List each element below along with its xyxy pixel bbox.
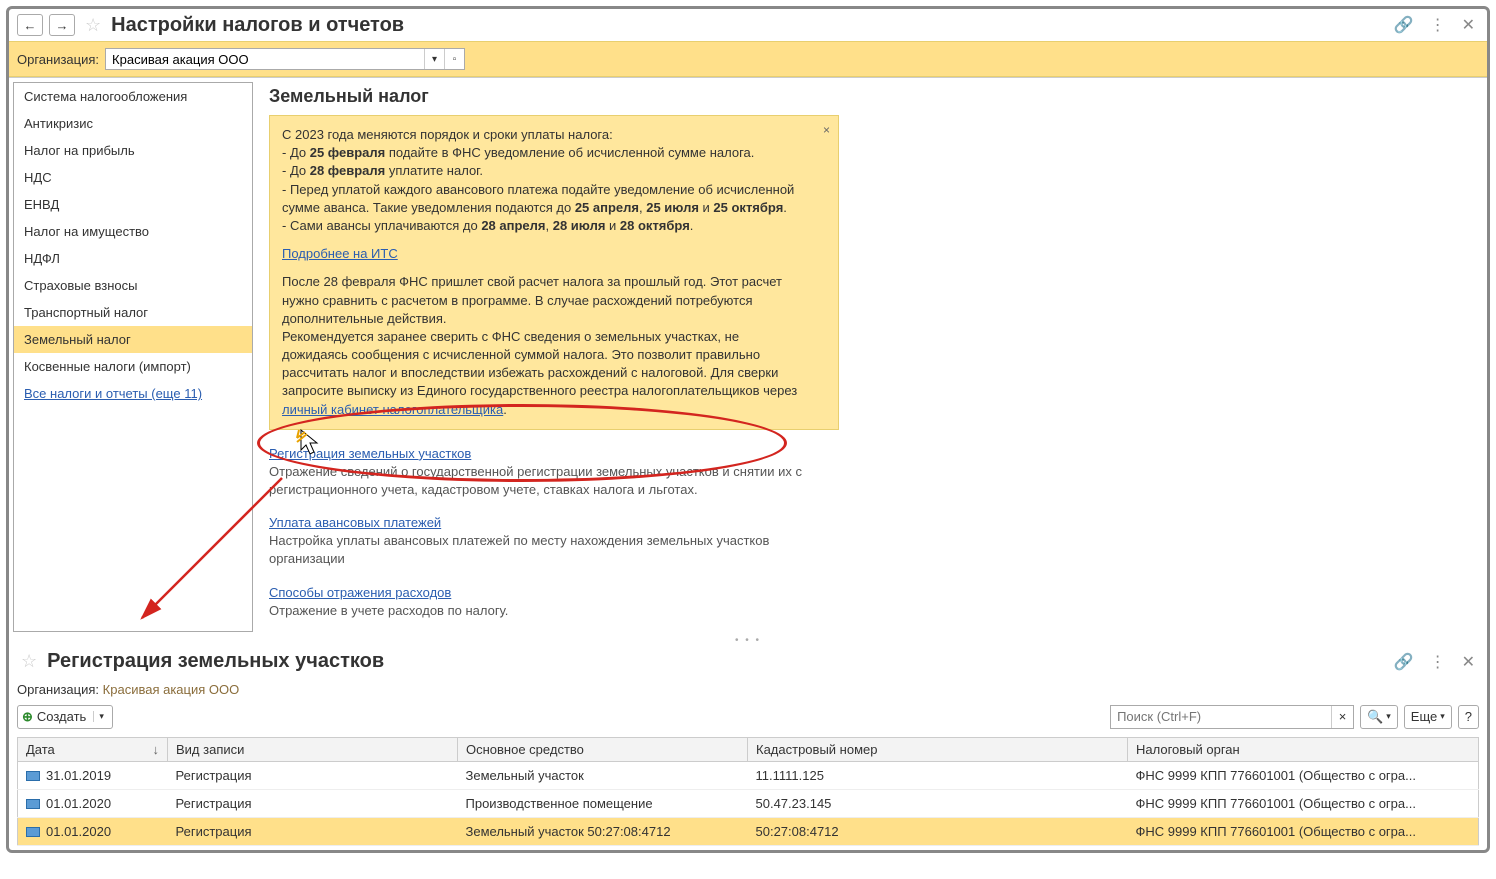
kebab-menu-icon-2[interactable]: ⋮	[1426, 650, 1450, 674]
sidebar-item-insurance[interactable]: Страховые взносы	[14, 272, 252, 299]
page-title-2: Регистрация земельных участков	[47, 650, 384, 673]
notice-para2: После 28 февраля ФНС пришлет свой расчет…	[282, 273, 808, 328]
nav-back-button[interactable]: ←	[17, 14, 43, 36]
expense-methods-desc: Отражение в учете расходов по налогу.	[269, 602, 829, 620]
land-table: Дата↓ Вид записи Основное средство Кадас…	[17, 737, 1479, 846]
sidebar-item-anticrisis[interactable]: Антикризис	[14, 110, 252, 137]
pane-splitter[interactable]: • • •	[9, 636, 1487, 646]
help-button[interactable]: ?	[1458, 705, 1479, 729]
sidebar-item-envd[interactable]: ЕНВД	[14, 191, 252, 218]
notice-box: × С 2023 года меняются порядок и сроки у…	[269, 115, 839, 430]
nav-forward-button[interactable]: →	[49, 14, 75, 36]
create-button[interactable]: ⊕ Создать ▾	[17, 705, 113, 729]
favorite-star-icon-2[interactable]: ☆	[21, 651, 37, 672]
org-label-2: Организация:	[17, 682, 99, 697]
col-asset[interactable]: Основное средство	[458, 737, 748, 761]
col-tax-office[interactable]: Налоговый орган	[1128, 737, 1479, 761]
sidebar-more-link[interactable]: Все налоги и отчеты (еще 11)	[14, 380, 252, 407]
advance-payments-desc: Настройка уплаты авансовых платежей по м…	[269, 532, 829, 568]
row-icon	[26, 771, 40, 781]
org-dropdown-icon[interactable]: ▾	[424, 49, 444, 69]
close-icon-2[interactable]: ✕	[1458, 650, 1479, 674]
sidebar-item-land-tax[interactable]: Земельный налог	[14, 326, 252, 353]
row-icon	[26, 799, 40, 809]
col-cadastral[interactable]: Кадастровый номер	[748, 737, 1128, 761]
notice-more-link[interactable]: Подробнее на ИТС	[282, 246, 398, 261]
sidebar-item-vat[interactable]: НДС	[14, 164, 252, 191]
row-icon	[26, 827, 40, 837]
advance-payments-link[interactable]: Уплата авансовых платежей	[269, 515, 441, 530]
org-open-icon[interactable]: ▫	[444, 49, 464, 69]
sidebar-item-ndfl[interactable]: НДФЛ	[14, 245, 252, 272]
col-type[interactable]: Вид записи	[168, 737, 458, 761]
close-icon[interactable]: ✕	[1458, 13, 1479, 37]
sidebar-item-transport-tax[interactable]: Транспортный налог	[14, 299, 252, 326]
plus-icon: ⊕	[22, 709, 33, 725]
kebab-menu-icon[interactable]: ⋮	[1426, 13, 1450, 37]
table-row[interactable]: 01.01.2020 Регистрация Земельный участок…	[18, 817, 1479, 845]
taxpayer-cabinet-link[interactable]: личный кабинет налогоплательщика	[282, 402, 503, 417]
content-heading: Земельный налог	[269, 86, 1475, 107]
link-icon[interactable]: 🔗	[1390, 13, 1418, 37]
sidebar-item-property-tax[interactable]: Налог на имущество	[14, 218, 252, 245]
notice-close-icon[interactable]: ×	[823, 122, 830, 139]
sidebar-item-indirect-tax[interactable]: Косвенные налоги (импорт)	[14, 353, 252, 380]
sidebar-item-tax-system[interactable]: Система налогообложения	[14, 83, 252, 110]
page-title: Настройки налогов и отчетов	[111, 14, 404, 37]
table-row[interactable]: 01.01.2020 Регистрация Производственное …	[18, 789, 1479, 817]
notice-line1: С 2023 года меняются порядок и сроки упл…	[282, 126, 808, 144]
sidebar-item-profit-tax[interactable]: Налог на прибыль	[14, 137, 252, 164]
favorite-star-icon[interactable]: ☆	[85, 15, 101, 36]
link-icon-2[interactable]: 🔗	[1390, 650, 1418, 674]
sidebar: Система налогообложения Антикризис Налог…	[13, 82, 253, 632]
search-input[interactable]	[1111, 707, 1331, 726]
col-date[interactable]: Дата↓	[18, 737, 168, 761]
table-row[interactable]: 31.01.2019 Регистрация Земельный участок…	[18, 761, 1479, 789]
org-input-wrapper: ▾ ▫	[105, 48, 465, 70]
expense-methods-link[interactable]: Способы отражения расходов	[269, 585, 451, 600]
search-button[interactable]: 🔍 ▾	[1360, 705, 1398, 729]
org-input[interactable]	[106, 50, 424, 69]
register-land-link[interactable]: Регистрация земельных участков	[269, 446, 471, 461]
org-label: Организация:	[17, 52, 99, 67]
notice-para3: Рекомендуется заранее сверить с ФНС свед…	[282, 328, 808, 419]
search-clear-icon[interactable]: ×	[1331, 706, 1353, 728]
chevron-down-icon: ▾	[93, 711, 104, 722]
more-button[interactable]: Еще ▾	[1404, 705, 1452, 729]
org-value-2: Красивая акация ООО	[103, 682, 240, 697]
register-land-desc: Отражение сведений о государственной рег…	[269, 463, 829, 499]
